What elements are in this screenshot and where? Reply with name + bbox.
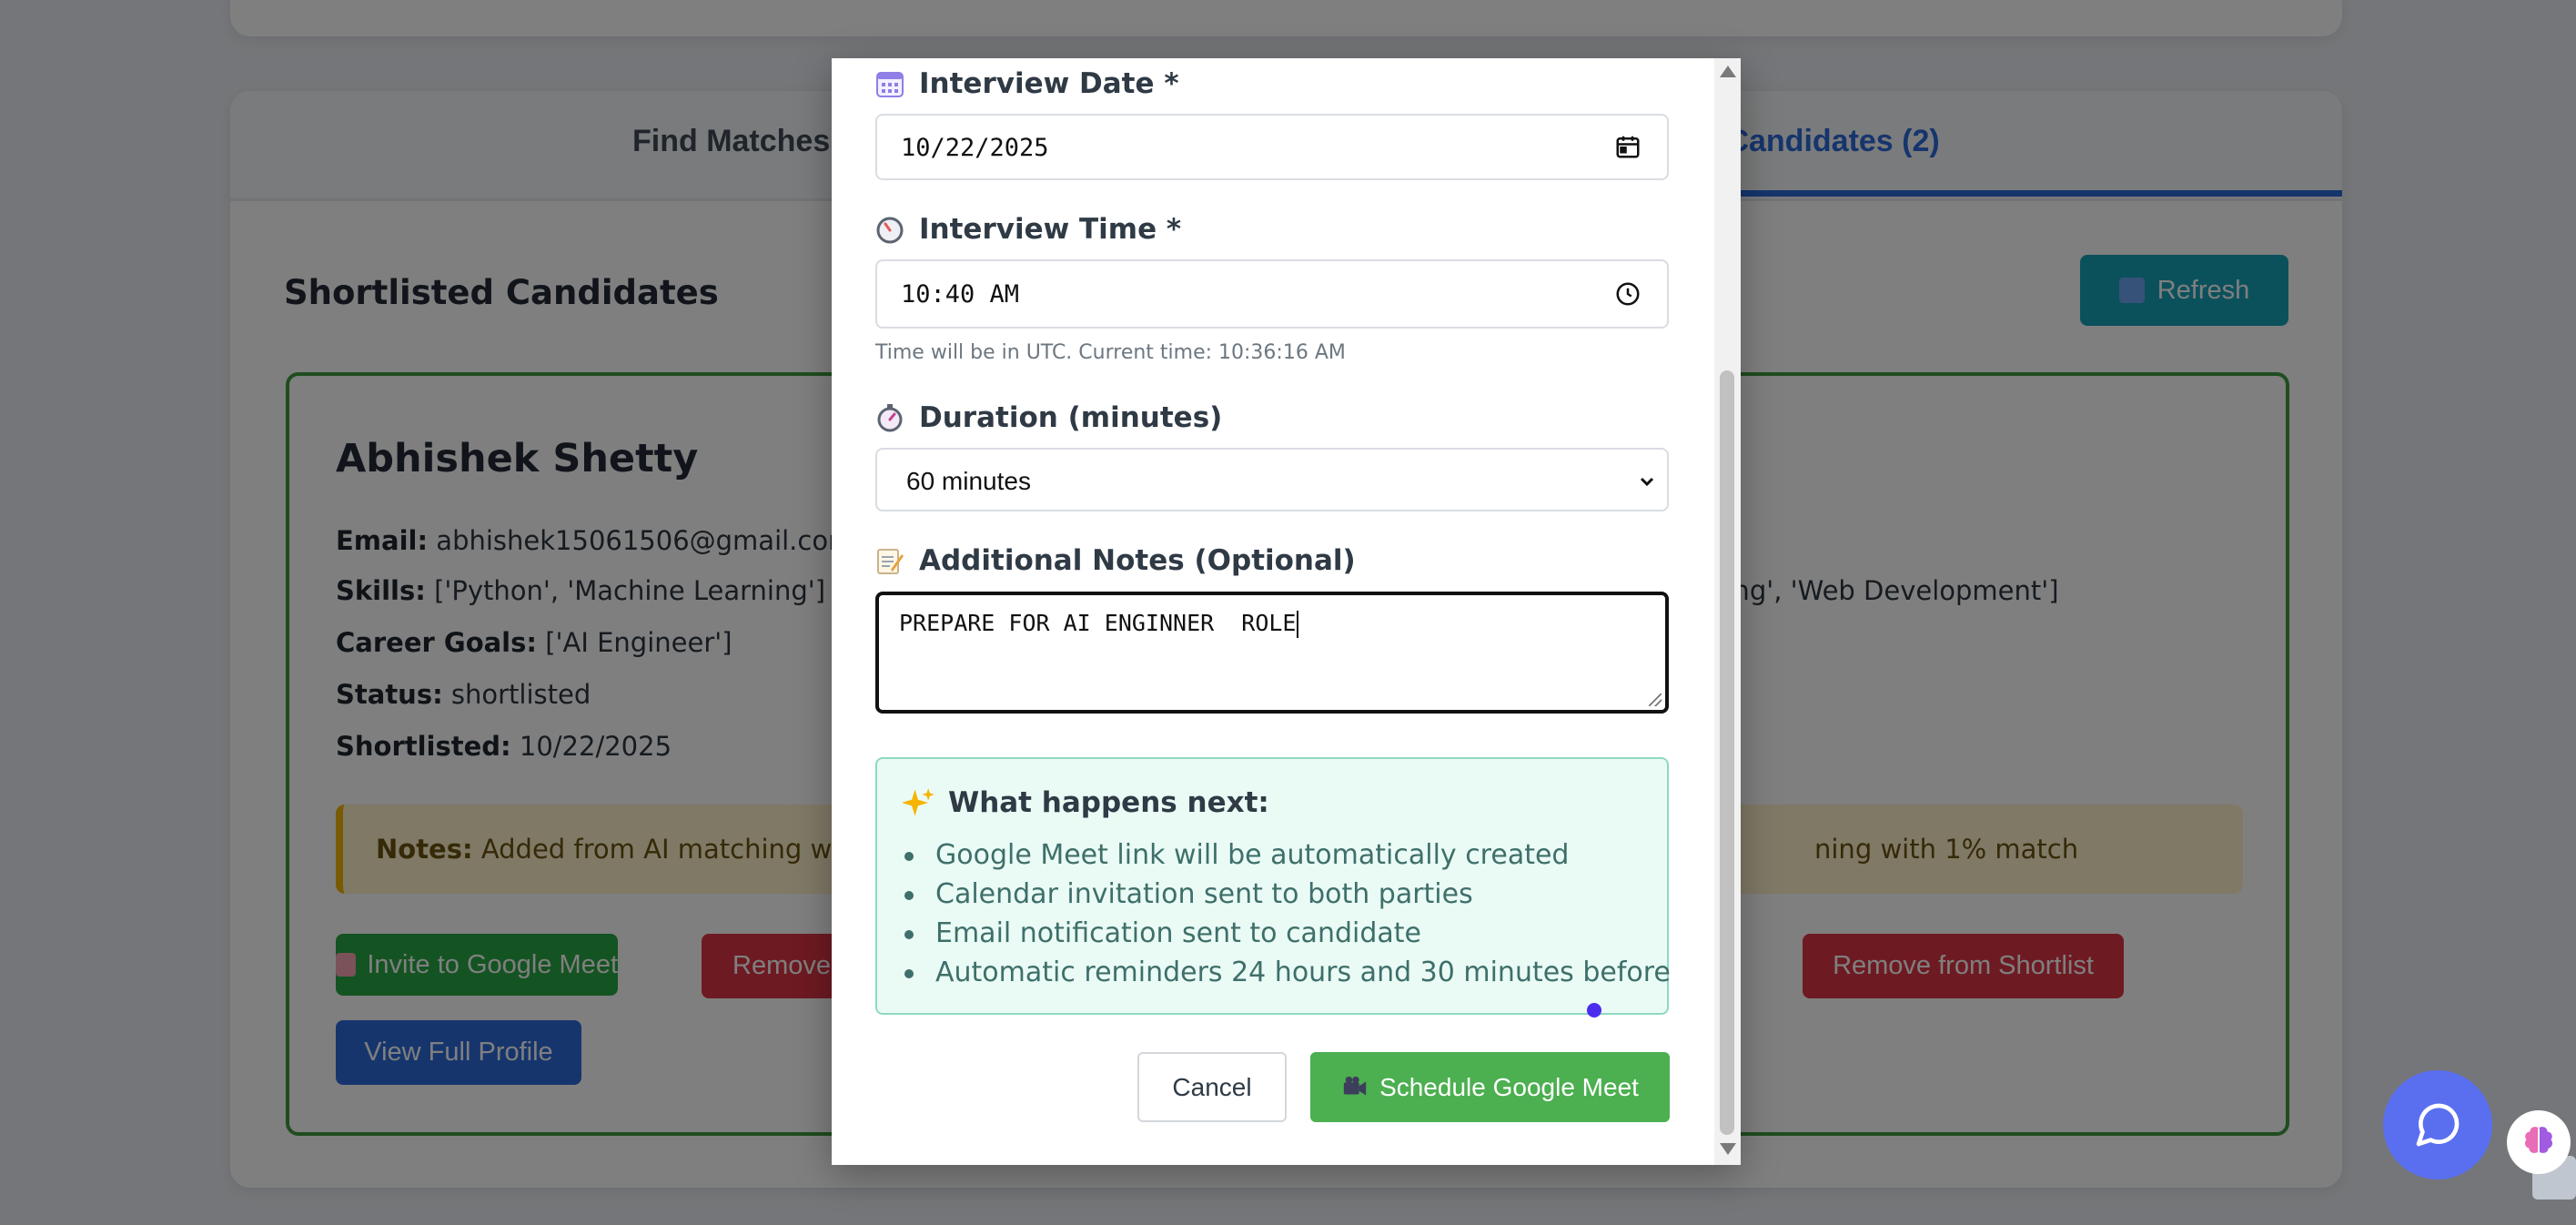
next-steps-list: Google Meet link will be automatically c… (904, 835, 1671, 992)
schedule-meet-modal: Interview Date * 10/22/2025 Interview Ti… (832, 58, 1741, 1165)
interview-date-label: Interview Date * (875, 67, 1179, 100)
chevron-down-icon (1640, 477, 1654, 487)
list-item: Calendar invitation sent to both parties (904, 875, 1671, 914)
ai-assistant-button[interactable] (2507, 1110, 2571, 1174)
calendar-picker-icon[interactable] (1614, 133, 1642, 160)
list-item: Automatic reminders 24 hours and 30 minu… (904, 953, 1671, 992)
modal-scrollbar[interactable] (1714, 58, 1741, 1165)
memo-icon (877, 549, 904, 574)
calendar-icon (876, 72, 904, 97)
what-happens-next-box: What happens next: Google Meet link will… (875, 757, 1671, 1015)
text-caret (1296, 611, 1298, 638)
scroll-up-arrow[interactable] (1720, 66, 1736, 77)
list-item: Google Meet link will be automatically c… (904, 835, 1671, 875)
resize-handle[interactable] (1649, 693, 1662, 706)
additional-notes-label: Additional Notes (Optional) (875, 544, 1356, 577)
time-hint: Time will be in UTC. Current time: 10:36… (875, 341, 1346, 364)
cancel-button[interactable]: Cancel (1137, 1052, 1287, 1122)
chat-bubble-icon (2416, 1103, 2460, 1147)
scroll-thumb[interactable] (1720, 370, 1734, 1135)
list-item: Email notification sent to candidate (904, 914, 1671, 953)
stopwatch-icon (876, 217, 904, 244)
next-title: What happens next: (948, 786, 1269, 819)
interview-time-input[interactable]: 10:40 AM (875, 259, 1669, 329)
interview-date-input[interactable]: 10/22/2025 (875, 114, 1669, 180)
schedule-google-meet-button[interactable]: Schedule Google Meet (1310, 1052, 1670, 1122)
chat-launcher-button[interactable] (2383, 1070, 2492, 1179)
duration-select[interactable]: 60 minutes (875, 448, 1669, 511)
video-camera-icon (1343, 1076, 1367, 1095)
additional-notes-textarea[interactable]: PREPARE FOR AI ENGINNER ROLE (875, 592, 1669, 714)
scroll-down-arrow[interactable] (1720, 1143, 1736, 1155)
clock-icon[interactable] (1614, 280, 1642, 308)
indicator-dot (1587, 1003, 1601, 1017)
timer-icon (877, 404, 903, 432)
interview-time-label: Interview Time * (875, 213, 1181, 246)
duration-label: Duration (minutes) (875, 401, 1222, 434)
sparkles-icon (903, 788, 934, 816)
brain-icon (2524, 1127, 2553, 1153)
